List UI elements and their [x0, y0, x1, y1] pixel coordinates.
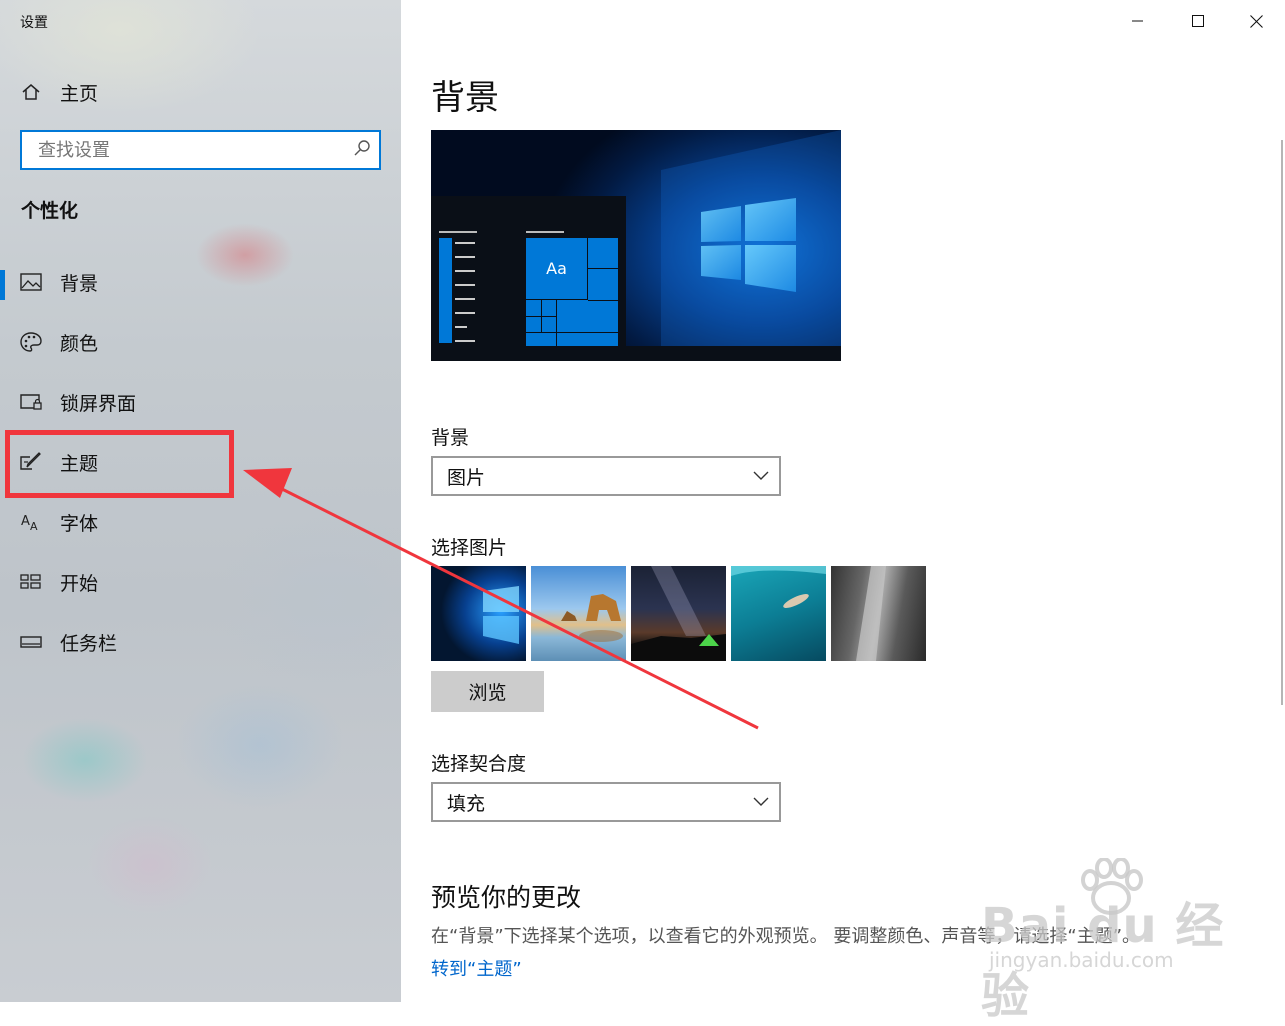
watermark-text: Bai du 经验 [981, 898, 1225, 1024]
paw-icon [1081, 858, 1143, 915]
watermark-url: jingyan.baidu.com [989, 948, 1174, 972]
sidebar-item-taskbar[interactable]: 任务栏 [0, 622, 401, 662]
picture-thumbnail-windows[interactable] [431, 566, 526, 661]
sidebar-item-label: 背景 [60, 272, 99, 295]
fit-label: 选择契合度 [431, 753, 527, 775]
rock-arch-thumb [561, 594, 623, 642]
sidebar-item-home[interactable]: 主页 [0, 72, 401, 112]
sidebar: 设置 主页 个性化 背景 颜色 锁屏界面 主题 [0, 0, 401, 1002]
night-tent-thumb [631, 566, 726, 661]
picture-thumbnail-cliff[interactable] [831, 566, 926, 661]
lock-screen-icon [20, 392, 42, 412]
picture-icon [20, 272, 42, 292]
sidebar-item-label: 颜色 [60, 332, 99, 355]
sidebar-item-fonts[interactable]: AA 字体 [0, 502, 401, 542]
fit-dropdown-value: 填充 [447, 792, 486, 815]
svg-text:A: A [21, 514, 30, 529]
minimize-button[interactable] [1109, 0, 1167, 42]
picture-thumbnail-underwater[interactable] [731, 566, 826, 661]
home-icon [20, 82, 42, 102]
close-button[interactable] [1227, 0, 1285, 42]
desktop-preview: Aa [431, 130, 841, 361]
choose-picture-label: 选择图片 [431, 537, 508, 559]
search-input[interactable] [36, 138, 353, 162]
search-box[interactable] [20, 130, 381, 170]
svg-text:A: A [30, 520, 38, 532]
taskbar-preview [431, 346, 841, 361]
font-icon: AA [20, 512, 42, 532]
palette-icon [20, 332, 42, 352]
browse-button[interactable]: 浏览 [431, 671, 544, 712]
search-icon[interactable] [353, 139, 371, 161]
start-menu-preview: Aa [431, 196, 626, 346]
app-title: 设置 [20, 15, 48, 31]
start-icon [20, 572, 42, 592]
sidebar-item-label: 任务栏 [60, 632, 118, 655]
sidebar-item-label: 字体 [60, 512, 99, 535]
swimmer-thumb [731, 566, 826, 608]
sidebar-item-label: 主页 [60, 82, 99, 105]
go-to-themes-link[interactable]: 转到“主题” [431, 955, 522, 981]
sidebar-item-background[interactable]: 背景 [0, 262, 401, 302]
main-content: 背景 Aa 背景 图片 选择图片 浏览 选择契合度 填充 预览你的更改 在“背景… [401, 0, 1285, 1024]
sidebar-item-start[interactable]: 开始 [0, 562, 401, 602]
sidebar-item-lock-screen[interactable]: 锁屏界面 [0, 382, 401, 422]
sidebar-item-themes[interactable]: 主题 [0, 442, 401, 482]
minimize-icon [1132, 20, 1143, 22]
fit-dropdown[interactable]: 填充 [431, 782, 781, 822]
sidebar-item-colors[interactable]: 颜色 [0, 322, 401, 362]
baidu-watermark: Bai du 经验 jingyan.baidu.com [981, 858, 1231, 1024]
preview-changes-description: 在“背景”下选择某个选项，以查看它的外观预览。 要调整颜色、声音等，请选择“主题… [431, 926, 1141, 947]
scrollbar[interactable] [1281, 140, 1283, 705]
sidebar-item-label: 锁屏界面 [60, 392, 137, 415]
background-dropdown[interactable]: 图片 [431, 456, 781, 496]
maximize-button[interactable] [1169, 0, 1227, 42]
page-title: 背景 [431, 78, 499, 118]
sidebar-item-label: 主题 [60, 452, 99, 475]
picture-thumbnail-night-sky[interactable] [631, 566, 726, 661]
section-title: 个性化 [21, 200, 79, 222]
chevron-down-icon [753, 471, 769, 480]
maximize-icon [1192, 15, 1204, 27]
windows-logo-thumb [483, 586, 519, 644]
preview-changes-title: 预览你的更改 [431, 883, 582, 912]
taskbar-icon [20, 632, 42, 652]
cliff-thumb [856, 566, 886, 661]
close-icon [1249, 14, 1263, 28]
theme-icon [20, 452, 42, 472]
picture-thumbnail-beach[interactable] [531, 566, 626, 661]
sidebar-item-label: 开始 [60, 572, 99, 595]
chevron-down-icon [753, 797, 769, 806]
background-dropdown-value: 图片 [447, 466, 486, 489]
preview-sample-text: Aa [526, 238, 588, 300]
background-label: 背景 [431, 427, 470, 449]
